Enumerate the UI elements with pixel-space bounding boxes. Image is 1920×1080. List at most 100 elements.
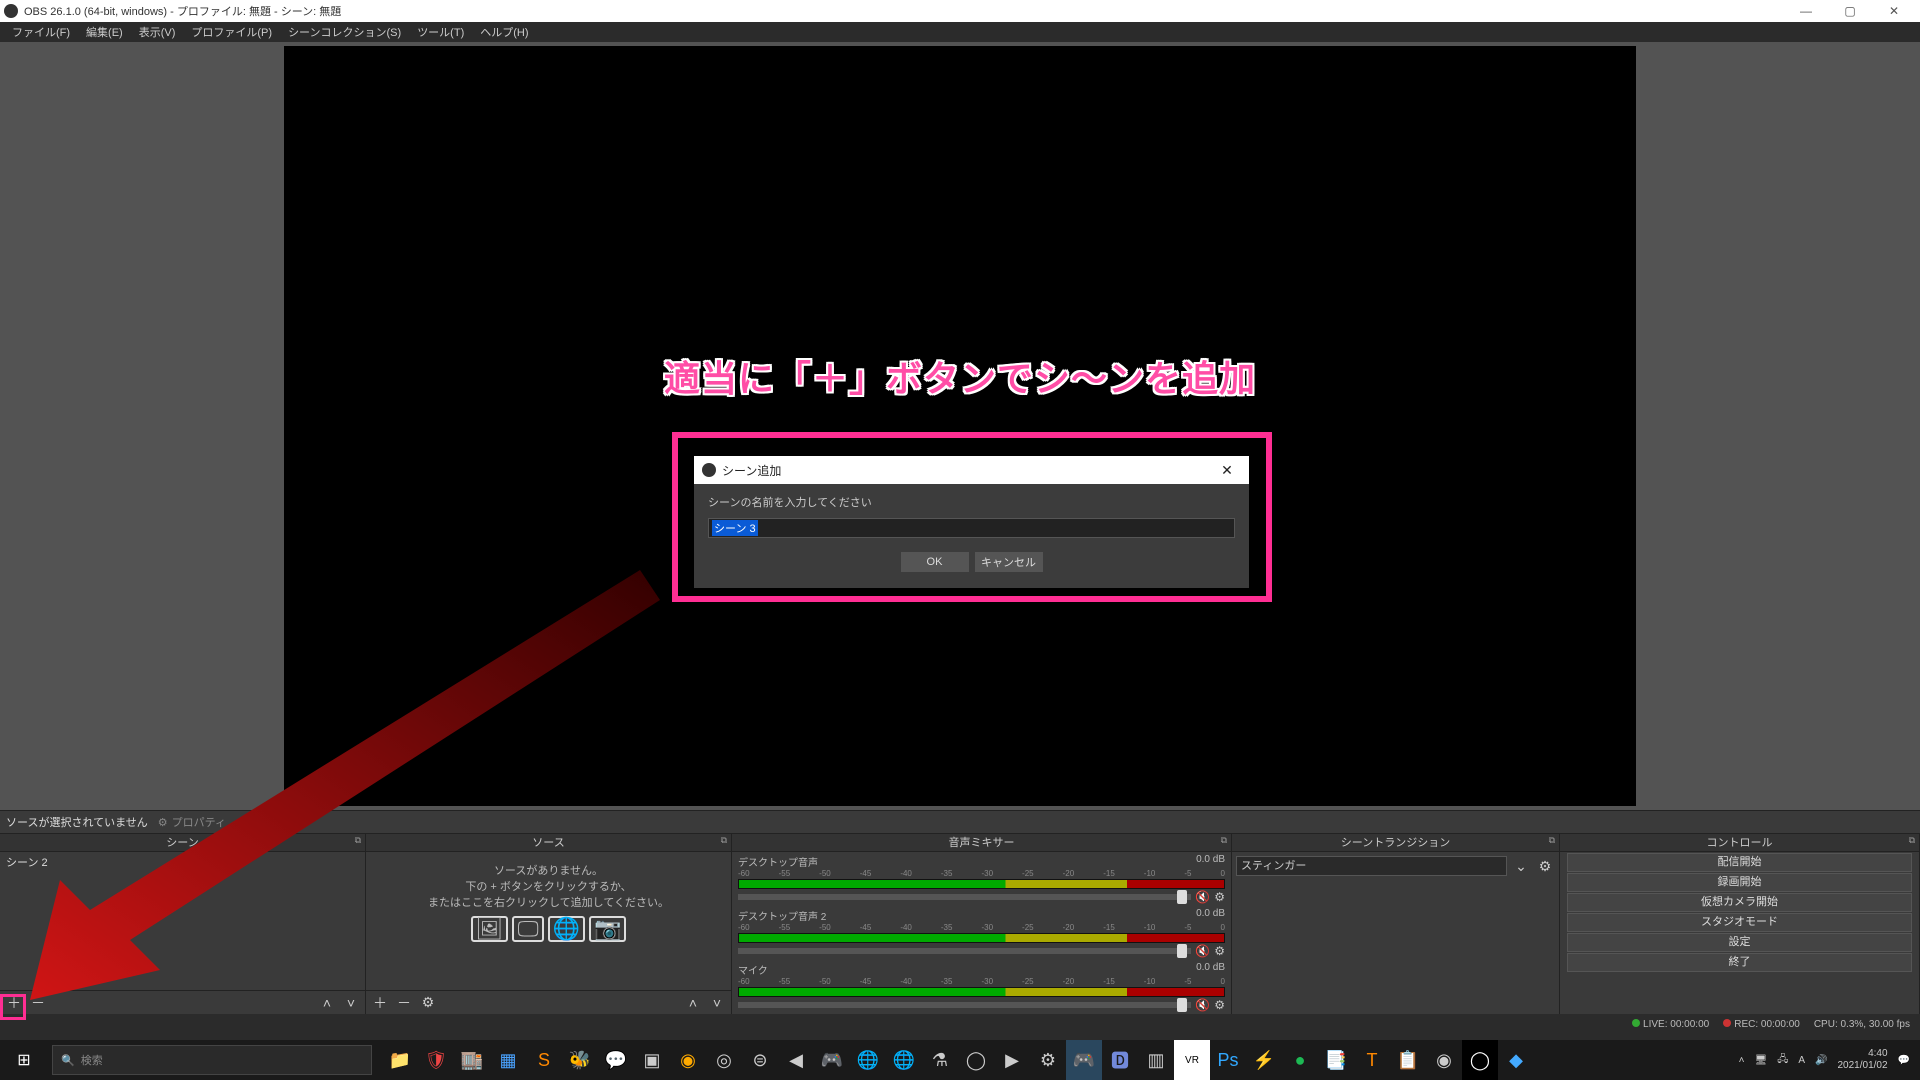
transition-dropdown-icon[interactable]: ⌄ [1511, 856, 1531, 876]
remove-source-button[interactable]: － [394, 993, 414, 1013]
scene-down-button[interactable]: ˅ [341, 993, 361, 1013]
properties-button[interactable]: ⚙プロパティ [158, 814, 226, 830]
filters-button[interactable]: ◐フィルタ [236, 814, 290, 830]
popout-icon[interactable]: ⧉ [1549, 835, 1555, 846]
cancel-button[interactable]: キャンセル [975, 552, 1043, 572]
mixer-volume-slider[interactable] [738, 894, 1191, 900]
scene-name-input[interactable]: シーン 3 [708, 518, 1235, 538]
tb-app-icon[interactable]: ⊜ [742, 1040, 778, 1080]
tb-app-icon[interactable]: 🎮 [1066, 1040, 1102, 1080]
transitions-dock: シーントランジション⧉ スティンガー ⌄ ⚙ [1232, 834, 1560, 1014]
filter-icon: ◐ [236, 816, 243, 828]
taskbar-clock[interactable]: 4:40 2021/01/02 [1837, 1048, 1887, 1072]
virtual-camera-button[interactable]: 仮想カメラ開始 [1567, 893, 1912, 912]
source-settings-button[interactable]: ⚙ [418, 993, 438, 1013]
start-button[interactable]: ⊞ [0, 1040, 48, 1080]
tb-app-icon[interactable]: 📁 [382, 1040, 418, 1080]
tb-app-icon[interactable]: 🏬 [454, 1040, 490, 1080]
tb-app-icon[interactable]: 🐝 [562, 1040, 598, 1080]
exit-button[interactable]: 終了 [1567, 953, 1912, 972]
menu-scene-collection[interactable]: シーンコレクション(S) [280, 22, 409, 42]
tb-app-icon[interactable]: ◯ [1462, 1040, 1498, 1080]
tb-app-icon[interactable]: ▦ [490, 1040, 526, 1080]
tray-volume-icon[interactable]: 🔊 [1815, 1055, 1827, 1066]
scene-up-button[interactable]: ˄ [317, 993, 337, 1013]
mute-icon[interactable]: 🔇 [1195, 890, 1210, 904]
source-down-button[interactable]: ˅ [707, 993, 727, 1013]
start-stream-button[interactable]: 配信開始 [1567, 853, 1912, 872]
tb-app-icon[interactable]: 🌐 [850, 1040, 886, 1080]
menu-help[interactable]: ヘルプ(H) [472, 22, 536, 42]
tb-app-icon[interactable]: 🎮 [814, 1040, 850, 1080]
tb-app-icon[interactable]: T [1354, 1040, 1390, 1080]
minimize-button[interactable]: — [1784, 0, 1828, 22]
tb-app-icon[interactable]: ● [1282, 1040, 1318, 1080]
controls-dock: コントロール⧉ 配信開始 録画開始 仮想カメラ開始 スタジオモード 設定 終了 [1560, 834, 1920, 1014]
tb-app-icon[interactable]: 💬 [598, 1040, 634, 1080]
studio-mode-button[interactable]: スタジオモード [1567, 913, 1912, 932]
tb-app-icon[interactable]: ⚗ [922, 1040, 958, 1080]
tb-app-icon[interactable]: ◆ [1498, 1040, 1534, 1080]
tb-app-icon[interactable]: S [526, 1040, 562, 1080]
tray-network-icon[interactable]: 🖧 [1777, 1052, 1788, 1069]
tray-notification-icon[interactable]: 💬 [1898, 1055, 1910, 1066]
scenes-list[interactable]: シーン 2 [0, 852, 365, 990]
add-source-button[interactable]: ＋ [370, 993, 390, 1013]
tb-app-icon[interactable]: ◎ [706, 1040, 742, 1080]
mixer-title: 音声ミキサー [949, 837, 1015, 849]
menu-tools[interactable]: ツール(T) [409, 22, 472, 42]
maximize-button[interactable]: ▢ [1828, 0, 1872, 22]
tb-app-icon[interactable]: ◉ [1426, 1040, 1462, 1080]
gear-icon[interactable]: ⚙ [1214, 998, 1225, 1012]
preview-canvas[interactable] [284, 46, 1636, 806]
tb-app-icon[interactable]: 📑 [1318, 1040, 1354, 1080]
close-button[interactable]: ✕ [1872, 0, 1916, 22]
taskbar-search[interactable]: 🔍 検索 [52, 1045, 372, 1075]
tb-app-icon[interactable]: Ps [1210, 1040, 1246, 1080]
image-icon: 🖼 [471, 916, 509, 942]
mute-icon[interactable]: 🔇 [1195, 944, 1210, 958]
mixer-level: 0.0 dB [1196, 854, 1225, 869]
tb-app-icon[interactable]: 🅳 [1102, 1040, 1138, 1080]
tb-app-icon[interactable]: ⚙ [1030, 1040, 1066, 1080]
source-up-button[interactable]: ˄ [683, 993, 703, 1013]
gear-icon[interactable]: ⚙ [1214, 890, 1225, 904]
tray-chevron-icon[interactable]: ˄ [1739, 1055, 1745, 1066]
tb-app-icon[interactable]: ⚡ [1246, 1040, 1282, 1080]
menu-edit[interactable]: 編集(E) [78, 22, 131, 42]
tb-app-icon[interactable]: ◉ [670, 1040, 706, 1080]
tray-ime-icon[interactable]: A [1798, 1055, 1805, 1066]
ok-button[interactable]: OK [901, 552, 969, 572]
tb-app-icon[interactable]: ▣ [634, 1040, 670, 1080]
tb-app-icon[interactable]: VR [1174, 1040, 1210, 1080]
tb-app-icon[interactable]: ◯ [958, 1040, 994, 1080]
tray-monitor-icon[interactable]: 🖥 [1755, 1055, 1768, 1066]
tb-app-icon[interactable]: ◀ [778, 1040, 814, 1080]
transition-select[interactable]: スティンガー [1236, 856, 1507, 876]
remove-scene-button[interactable]: － [28, 993, 48, 1013]
menu-profile[interactable]: プロファイル(P) [183, 22, 280, 42]
mixer-dock: 音声ミキサー⧉ デスクトップ音声0.0 dB -60-55-50-45-40-3… [732, 834, 1232, 1014]
mixer-volume-slider[interactable] [738, 1002, 1191, 1008]
mixer-volume-slider[interactable] [738, 948, 1191, 954]
mute-icon[interactable]: 🔇 [1195, 998, 1210, 1012]
tb-app-icon[interactable]: 🌐 [886, 1040, 922, 1080]
popout-icon[interactable]: ⧉ [1909, 835, 1915, 846]
tb-app-icon[interactable]: ▥ [1138, 1040, 1174, 1080]
add-scene-button[interactable]: ＋ [4, 993, 24, 1013]
menu-view[interactable]: 表示(V) [131, 22, 184, 42]
tb-app-icon[interactable]: ▶ [994, 1040, 1030, 1080]
sources-list[interactable]: ソースがありません。 下の + ボタンをクリックするか、 またはここを右クリック… [366, 852, 731, 990]
tb-app-icon[interactable]: 🛡 [418, 1040, 454, 1080]
popout-icon[interactable]: ⧉ [721, 835, 727, 846]
start-record-button[interactable]: 録画開始 [1567, 873, 1912, 892]
dialog-close-button[interactable]: ✕ [1213, 462, 1241, 479]
settings-button[interactable]: 設定 [1567, 933, 1912, 952]
popout-icon[interactable]: ⧉ [355, 835, 361, 846]
popout-icon[interactable]: ⧉ [1221, 835, 1227, 846]
transition-settings-button[interactable]: ⚙ [1535, 856, 1555, 876]
gear-icon[interactable]: ⚙ [1214, 944, 1225, 958]
menu-file[interactable]: ファイル(F) [4, 22, 78, 42]
tb-app-icon[interactable]: 📋 [1390, 1040, 1426, 1080]
scene-item[interactable]: シーン 2 [0, 852, 365, 872]
